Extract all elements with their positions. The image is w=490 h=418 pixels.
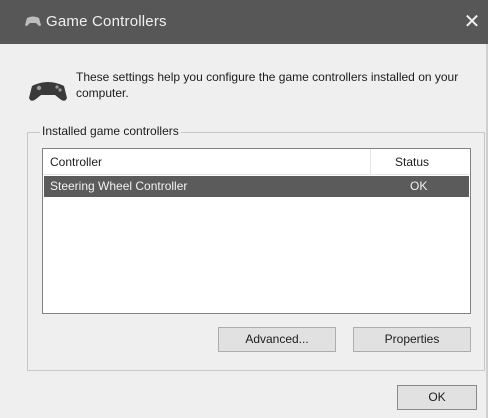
column-divider[interactable] xyxy=(370,149,371,174)
description-text: These settings help you configure the ga… xyxy=(76,70,459,100)
column-header-status[interactable]: Status xyxy=(395,155,429,169)
controller-name-cell: Steering Wheel Controller xyxy=(50,179,188,193)
gamepad-icon xyxy=(25,16,41,26)
window-title: Game Controllers xyxy=(46,13,167,30)
ok-button[interactable]: OK xyxy=(397,385,477,410)
controller-status-cell: OK xyxy=(410,179,428,193)
game-controllers-dialog: Game Controllers ✕ These settings help y… xyxy=(0,0,488,418)
gamepad-icon xyxy=(29,82,67,101)
close-icon: ✕ xyxy=(463,11,481,33)
list-header: Controller Status xyxy=(43,149,470,175)
properties-button[interactable]: Properties xyxy=(353,327,471,352)
table-row[interactable]: Steering Wheel Controller OK xyxy=(44,176,469,197)
title-bar[interactable]: Game Controllers ✕ xyxy=(0,0,488,44)
group-label: Installed game controllers xyxy=(40,124,181,138)
close-button[interactable]: ✕ xyxy=(456,6,488,38)
controllers-list[interactable]: Controller Status Steering Wheel Control… xyxy=(42,148,471,314)
advanced-button[interactable]: Advanced... xyxy=(218,327,336,352)
column-header-controller[interactable]: Controller xyxy=(50,155,102,169)
